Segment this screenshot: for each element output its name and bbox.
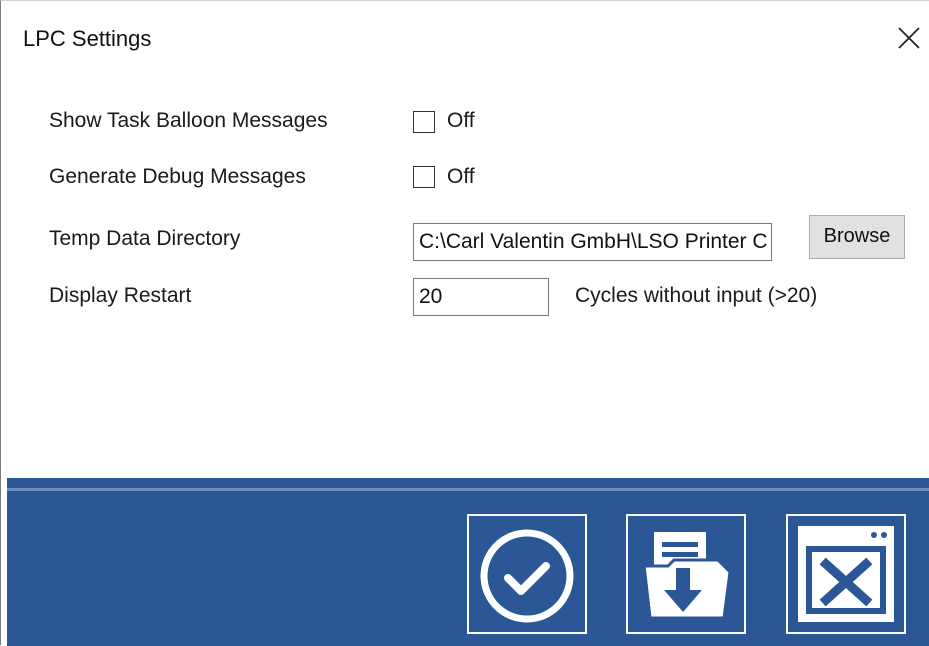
footer-divider — [7, 488, 929, 491]
browse-button[interactable]: Browse — [809, 215, 905, 259]
generate-debug-label: Generate Debug Messages — [49, 165, 306, 188]
temp-data-directory-input[interactable]: C:\Carl Valentin GmbH\LSO Printer C — [413, 223, 772, 261]
close-icon[interactable] — [894, 23, 924, 53]
show-task-balloon-label: Show Task Balloon Messages — [49, 109, 328, 132]
title-bar: LPC Settings — [1, 1, 929, 73]
save-document-icon — [642, 532, 732, 620]
generate-debug-state: Off — [447, 165, 475, 188]
ok-button[interactable] — [467, 514, 587, 634]
generate-debug-checkbox[interactable] — [413, 166, 435, 188]
display-restart-suffix: Cycles without input (>20) — [575, 284, 818, 307]
save-button[interactable] — [626, 514, 746, 634]
show-task-balloon-checkbox[interactable] — [413, 111, 435, 133]
cancel-button[interactable] — [786, 514, 906, 634]
display-restart-input[interactable]: 20 — [413, 278, 549, 316]
display-restart-label: Display Restart — [49, 284, 192, 307]
window-title: LPC Settings — [23, 26, 152, 51]
temp-data-directory-label: Temp Data Directory — [49, 227, 241, 250]
settings-window: LPC Settings Show Task Balloon Messages … — [0, 0, 929, 646]
checkmark-circle-icon — [480, 529, 574, 623]
show-task-balloon-state: Off — [447, 109, 475, 132]
footer-bar — [7, 478, 929, 646]
close-window-icon — [798, 526, 894, 622]
